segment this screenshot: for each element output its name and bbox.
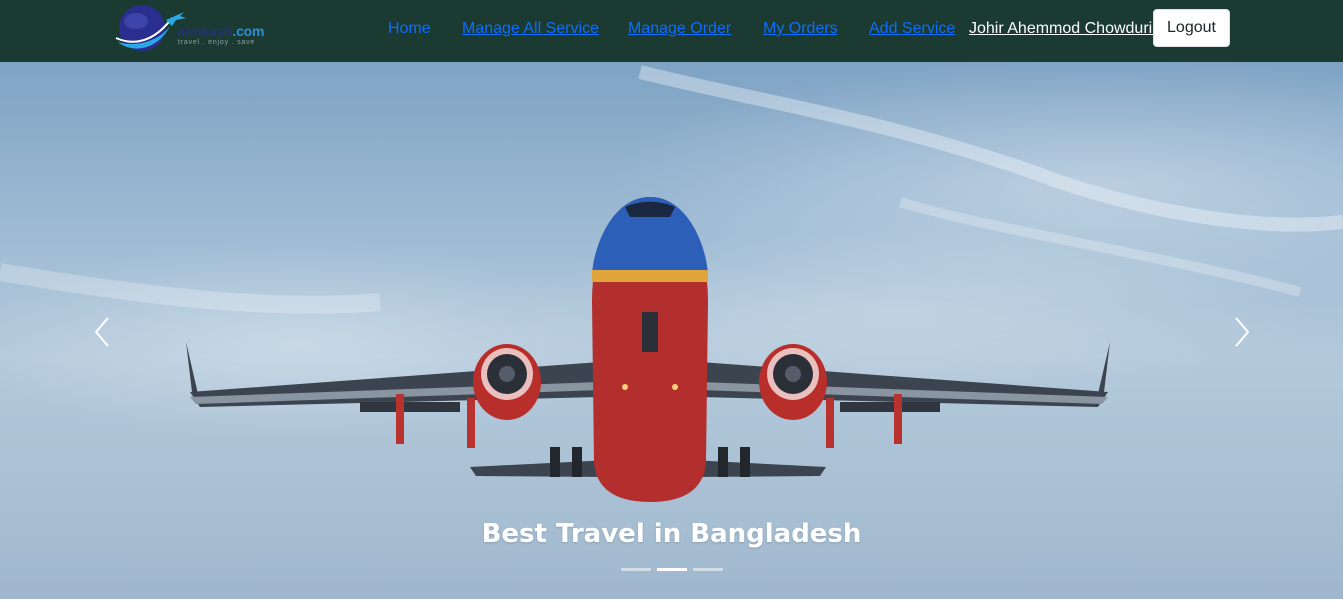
carousel-indicator-2[interactable] <box>657 568 687 571</box>
nav-link-manage-order[interactable]: Manage Order <box>628 19 731 39</box>
hero-carousel: Best Travel in Bangladesh <box>0 62 1343 599</box>
nav-link-home[interactable]: Home <box>388 19 431 39</box>
carousel-indicators <box>621 568 723 571</box>
navbar: abokash.com travel . enjoy . save Home M… <box>0 0 1343 62</box>
logout-button[interactable]: Logout <box>1153 9 1230 47</box>
chevron-right-icon <box>1235 317 1250 347</box>
carousel-indicator-3[interactable] <box>693 568 723 571</box>
user-name-link[interactable]: Johir Ahemmod Chowdurie <box>969 19 1155 41</box>
nav-link-manage-all-service[interactable]: Manage All Service <box>462 19 599 39</box>
brand-logo[interactable]: abokash.com travel . enjoy . save <box>114 4 264 56</box>
brand-name: abokash.com <box>177 23 265 39</box>
brand-tagline: travel . enjoy . save <box>178 39 256 46</box>
nav-link-my-orders[interactable]: My Orders <box>763 19 838 39</box>
carousel-indicator-1[interactable] <box>621 568 651 571</box>
nav-link-add-service[interactable]: Add Service <box>869 19 955 39</box>
hero-caption: Best Travel in Bangladesh <box>481 519 862 549</box>
carousel-next-button[interactable] <box>1222 312 1262 352</box>
carousel-prev-button[interactable] <box>82 312 122 352</box>
chevron-left-icon <box>94 317 109 347</box>
